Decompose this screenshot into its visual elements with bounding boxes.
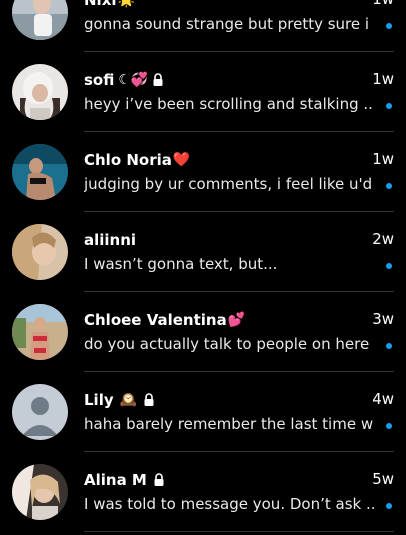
unread-dot-icon (386, 263, 392, 269)
message-preview: judging by ur comments, i feel like u'd … (84, 175, 374, 193)
avatar[interactable] (12, 464, 68, 520)
contact-name: Chloee Valentina (84, 311, 227, 329)
avatar[interactable] (12, 0, 68, 40)
message-preview: gonna sound strange but pretty sure i ..… (84, 15, 374, 33)
unread-dot-icon (386, 503, 392, 509)
message-time: 3w (372, 310, 394, 328)
message-time: 1w (372, 150, 394, 168)
message-preview: I was told to message you. Don’t ask ... (84, 495, 374, 513)
conversation-row[interactable]: aliinni 2w I wasn’t gonna text, but... (0, 224, 406, 304)
conversation-row[interactable]: Chlo Noria ❤️ 1w judging by ur comments,… (0, 144, 406, 224)
conversation-name-line: aliinni (84, 230, 136, 250)
contact-name: Lily (84, 391, 114, 409)
lock-icon (144, 393, 154, 406)
contact-name: Nixi (84, 0, 117, 9)
divider (84, 451, 394, 452)
message-time: 5w (372, 470, 394, 488)
contact-name: Chlo Noria (84, 151, 172, 169)
unread-dot-icon (386, 23, 392, 29)
message-time: 2w (372, 230, 394, 248)
unread-dot-icon (386, 343, 392, 349)
contact-name: aliinni (84, 231, 137, 249)
message-time: 1w (372, 0, 394, 8)
message-preview: do you actually talk to people on here o… (84, 335, 374, 353)
conversation-row[interactable]: Lily 🕰️ 4w haha barely remember the last… (0, 384, 406, 464)
divider (84, 291, 394, 292)
lock-icon (153, 73, 163, 86)
avatar[interactable] (12, 224, 68, 280)
unread-dot-icon (386, 183, 392, 189)
divider (84, 211, 394, 212)
conversation-row[interactable]: Alina M 5w I was told to message you. Do… (0, 464, 406, 535)
unread-dot-icon (386, 103, 392, 109)
name-emoji: 🌟 (117, 0, 135, 8)
unread-dot-icon (386, 423, 392, 429)
conversation-name-line: sofi ☾💞 (84, 70, 164, 90)
conversation-name-line: Lily 🕰️ (84, 390, 155, 410)
message-preview: I wasn’t gonna text, but... (84, 255, 278, 273)
avatar[interactable] (12, 384, 68, 440)
message-preview: haha barely remember the last time we... (84, 415, 374, 433)
message-time: 1w (372, 70, 394, 88)
conversation-row[interactable]: Nixi 🌟 1w gonna sound strange but pretty… (0, 0, 406, 64)
name-emoji: ☾💞 (118, 72, 149, 88)
messages-list: Nixi 🌟 1w gonna sound strange but pretty… (0, 0, 406, 535)
conversation-name-line: Nixi 🌟 (84, 0, 135, 10)
name-emoji: ❤️ (172, 152, 191, 168)
avatar[interactable] (12, 304, 68, 360)
conversation-name-line: Chloee Valentina 💕 (84, 310, 245, 330)
divider (84, 51, 394, 52)
conversation-row[interactable]: Chloee Valentina 💕 3w do you actually ta… (0, 304, 406, 384)
contact-name: Alina M (84, 471, 147, 489)
contact-name: sofi (84, 71, 115, 89)
divider (84, 131, 394, 132)
avatar[interactable] (12, 64, 68, 120)
name-emoji: 🕰️ (119, 392, 138, 408)
divider (84, 531, 394, 532)
divider (84, 371, 394, 372)
conversation-row[interactable]: sofi ☾💞 1w heyy i’ve been scrolling and … (0, 64, 406, 144)
message-preview: heyy i’ve been scrolling and stalking ..… (84, 95, 374, 113)
conversation-name-line: Alina M (84, 470, 165, 490)
lock-icon (154, 473, 164, 486)
message-time: 4w (372, 390, 394, 408)
conversation-name-line: Chlo Noria ❤️ (84, 150, 190, 170)
avatar[interactable] (12, 144, 68, 200)
name-emoji: 💕 (227, 312, 246, 328)
